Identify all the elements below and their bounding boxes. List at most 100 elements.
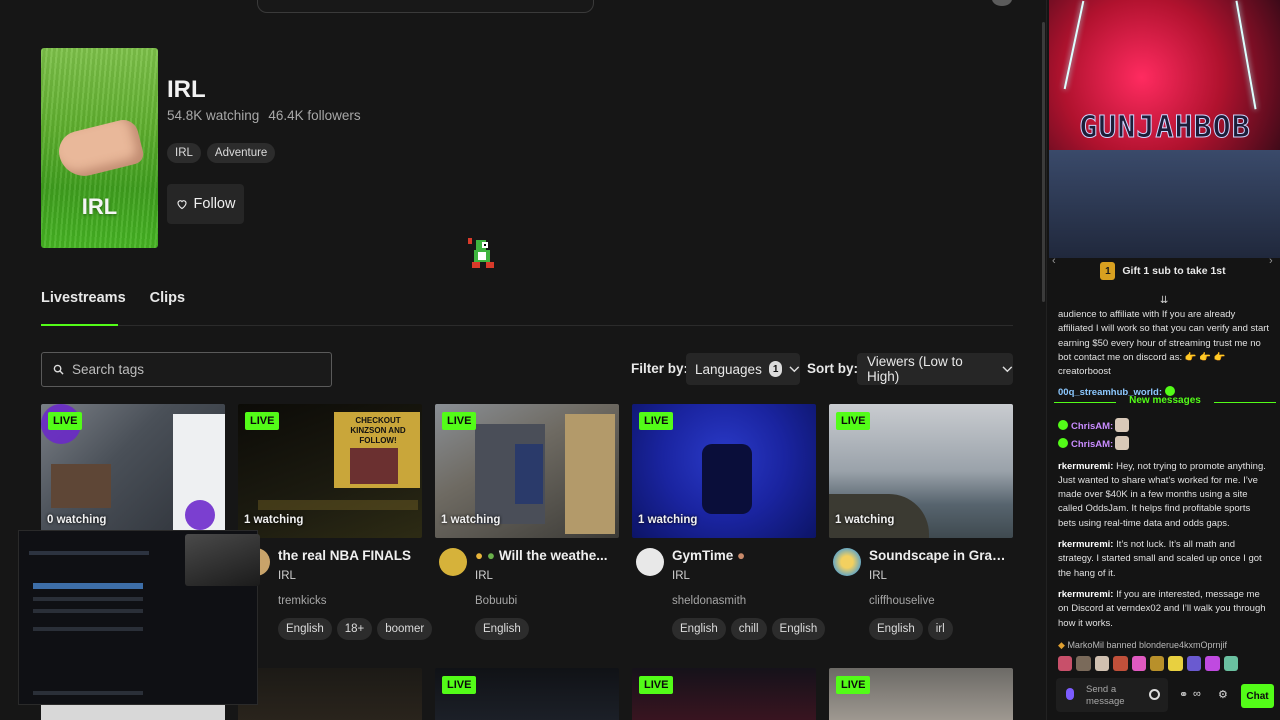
chat-username[interactable]: rkermuremi: [1058,539,1113,550]
languages-count-badge: 1 [768,361,783,377]
tab-clips[interactable]: Clips [150,290,185,326]
stream-tag[interactable]: English [771,618,826,640]
streamer-name[interactable]: Bobuubi [475,595,619,607]
search-tags-box[interactable] [41,352,332,387]
infinity-icon[interactable]: ∞ [1193,688,1205,700]
tab-livestreams[interactable]: Livestreams [41,290,126,326]
chat-username[interactable]: rkermuremi: [1058,589,1113,600]
emote-icon[interactable] [1186,656,1202,671]
stream-tag[interactable]: irl [927,618,953,640]
live-badge: LIVE [442,412,477,430]
emote-icon[interactable] [1131,656,1147,671]
stream-thumbnail[interactable]: LIVE [435,668,619,720]
streamer-name[interactable]: tremkicks [278,595,422,607]
stream-tag[interactable]: English [278,618,332,640]
emoji-icon[interactable] [1149,689,1160,700]
category-tabs: Livestreams Clips [41,290,185,326]
search-tags-input[interactable] [72,362,312,377]
stream-thumbnail[interactable]: LIVE [632,668,816,720]
stream-title[interactable]: GymTime ● [672,548,816,563]
stream-card[interactable]: LIVE 1 watching Soundscape in Gran C... … [829,404,1013,648]
category-stats: 54.8K watching 46.4K followers [167,108,361,123]
emote-icon[interactable] [1205,656,1220,671]
streamer-name[interactable]: sheldonasmith [672,595,816,607]
stream-card[interactable]: LIVE 1 watching ● ● Will the weathe... I… [435,404,619,648]
stream-tag[interactable]: 18+ [336,618,373,640]
emote-icon[interactable] [1223,656,1239,671]
viewer-count: 1 watching [835,514,895,526]
sort-by-label: Sort by: [807,361,859,376]
emote-icon [1115,418,1130,432]
emote-icon[interactable] [1094,656,1110,671]
stream-tag[interactable]: English [869,618,923,640]
stream-tags: English chill English [672,618,826,640]
follow-button[interactable]: Follow [167,184,244,224]
stream-tag[interactable]: English [475,618,529,640]
chat-username[interactable]: rkermuremi: [1058,461,1113,472]
chat-messages: audience to affiliate with If you are al… [1058,308,1270,408]
gear-icon[interactable]: ⚙ [1218,688,1230,701]
microphone-icon[interactable] [1066,688,1074,700]
stream-thumbnail[interactable]: LIVE 1 watching [435,404,619,538]
stream-thumbnail[interactable]: LIVE 0 watching [41,404,225,538]
scrollbar[interactable] [1042,22,1045,302]
emote-icon[interactable] [1058,656,1073,671]
stream-title[interactable]: Soundscape in Gran C... [869,548,1013,563]
stream-thumbnail[interactable]: CHECKOUT KINZSON AND FOLLOW! LIVE 1 watc… [238,404,422,538]
sort-dropdown[interactable]: Viewers (Low to High) [857,353,1013,385]
chat-message: rkermuremi: It’s not luck. It’s all math… [1058,538,1270,581]
live-badge: LIVE [48,412,83,430]
languages-dropdown[interactable]: Languages 1 [686,353,800,385]
stream-card[interactable]: LIVE 0 watching [41,404,225,538]
tabs-divider [41,325,1013,326]
stream-thumbnail[interactable]: LIVE [829,668,1013,720]
chat-username[interactable]: ChrisAM: [1071,439,1113,450]
emote-icon[interactable] [1150,656,1165,671]
stream-tag[interactable]: English [672,618,726,640]
stream-info: ● ● Will the weathe... IRL Bobuubi Engli… [435,548,619,648]
shield-icon: ◆ [1058,639,1065,650]
stream-card[interactable]: CHECKOUT KINZSON AND FOLLOW! LIVE 1 watc… [238,404,433,648]
new-messages-divider[interactable]: New messages [1054,395,1276,406]
user-avatar[interactable] [992,0,1012,6]
chat-send-button[interactable]: Chat [1241,684,1274,708]
stream-thumbnail[interactable]: LIVE 1 watching [632,404,816,538]
category-tag[interactable]: Adventure [206,143,276,163]
stream-thumbnail[interactable]: LIVE 1 watching [829,404,1013,538]
stream-category[interactable]: IRL [869,570,1013,582]
streamer-name[interactable]: cliffhouselive [869,595,1013,607]
stream-category[interactable]: IRL [278,570,422,582]
chat-message: audience to affiliate with If you are al… [1058,309,1270,378]
emote-strip [1058,656,1239,674]
stream-tag[interactable]: boomer [377,618,433,640]
yoshi-cursor-sprite [468,238,494,268]
emote-icon[interactable] [1168,656,1183,671]
live-badge: LIVE [639,676,674,694]
stream-tags: English 18+ boomer [278,618,433,640]
thumbnail-text: CHECKOUT KINZSON AND FOLLOW! [350,416,406,445]
stream-info: Soundscape in Gran C... IRL cliffhouseli… [829,548,1013,648]
streamer-avatar[interactable] [636,548,664,576]
stream-card[interactable]: LIVE 1 watching GymTime ● IRL sheldonasm… [632,404,826,648]
emote-icon[interactable] [1113,656,1128,671]
category-tag[interactable]: IRL [167,143,201,163]
sun-emoji-icon: ● [475,548,484,563]
stream-category[interactable]: IRL [475,570,619,582]
stream-title[interactable]: ● ● Will the weathe... [475,548,619,563]
emote-icon[interactable] [1076,656,1091,671]
pin-icon[interactable]: ⇊ [1160,295,1168,306]
gift-sub-row[interactable]: 1 Gift 1 sub to take 1st [1046,260,1280,282]
live-badge: LIVE [836,412,871,430]
top-search-bar[interactable] [257,0,594,13]
stream-tag[interactable]: chill [730,618,767,640]
stream-thumbnail[interactable] [238,668,422,720]
streamer-avatar[interactable] [439,548,467,576]
streamer-avatar[interactable] [833,548,861,576]
chat-input[interactable] [1086,684,1146,708]
stream-category[interactable]: IRL [672,570,816,582]
ban-text: MarkoMil banned blonderue4kxmOprnjif [1067,639,1228,650]
verified-icon [1058,420,1068,430]
share-icon[interactable]: ⚭ [1179,688,1191,701]
chat-username[interactable]: ChrisAM: [1071,421,1113,432]
stream-title[interactable]: the real NBA FINALS [278,548,422,563]
